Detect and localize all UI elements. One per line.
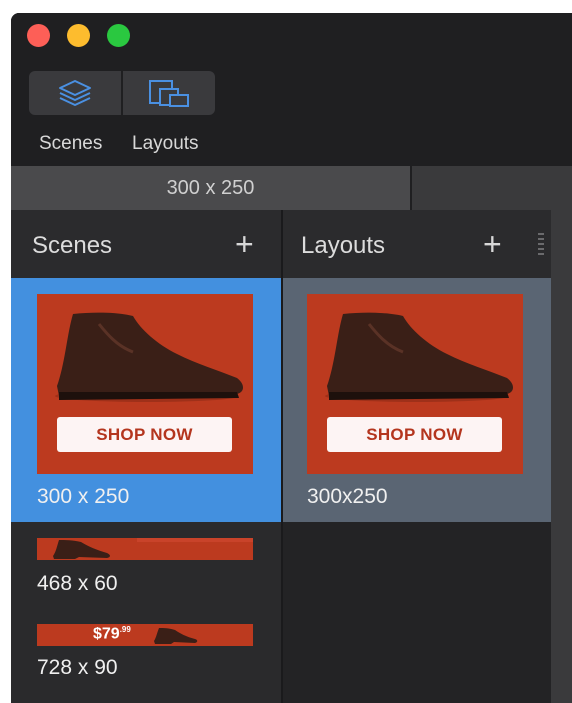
- scene-item-300x250[interactable]: SHOP NOW 300 x 250: [11, 278, 281, 522]
- ad-thumbnail-300x250: SHOP NOW: [37, 294, 253, 474]
- right-panel-edge: [551, 210, 572, 703]
- ad-thumbnail-728x90: $79.99: [37, 624, 253, 646]
- shoe-image: [325, 312, 513, 402]
- layouts-toolbar-label: Layouts: [132, 133, 199, 154]
- shop-now-button: SHOP NOW: [57, 417, 232, 452]
- shoe-image: [53, 538, 253, 559]
- layout-item-300x250[interactable]: SHOP NOW 300x250: [283, 278, 551, 522]
- tab-300x250[interactable]: 300 x 250: [11, 166, 410, 210]
- resize-handle[interactable]: [538, 233, 544, 261]
- scenes-toolbar-label: Scenes: [39, 133, 103, 154]
- scene-item-728x90[interactable]: $79.99 728 x 90: [11, 612, 281, 692]
- scene-label: 468 x 60: [37, 572, 118, 595]
- layouts-panel-title: Layouts: [301, 232, 386, 259]
- ad-thumbnail-468x60: [37, 538, 253, 560]
- add-scene-button[interactable]: +: [235, 228, 254, 260]
- tab-bar: 300 x 250: [11, 166, 572, 210]
- layouts-panel-header: Layouts +: [283, 210, 551, 278]
- shoe-image: [154, 628, 198, 644]
- scenes-list: SHOP NOW 300 x 250 468 x 60 $79.99 728 x…: [11, 278, 281, 703]
- layouts-list: SHOP NOW 300x250: [283, 278, 551, 703]
- layers-icon: [59, 80, 91, 106]
- view-segmented-control: [29, 71, 215, 115]
- scenes-panel-title: Scenes: [32, 232, 113, 259]
- scenes-panel-header: Scenes +: [11, 210, 281, 278]
- layouts-toolbar-button[interactable]: [123, 71, 215, 115]
- shoe-image: [55, 312, 243, 402]
- zoom-window-button[interactable]: [107, 24, 130, 47]
- scene-item-468x60[interactable]: 468 x 60: [11, 526, 281, 606]
- app-window: Scenes Layouts 300 x 250 Scenes + Layout…: [11, 13, 572, 703]
- layout-label: 300x250: [307, 485, 388, 508]
- scene-label: 728 x 90: [37, 656, 118, 679]
- close-window-button[interactable]: [27, 24, 50, 47]
- shop-now-button: SHOP NOW: [327, 417, 502, 452]
- minimize-window-button[interactable]: [67, 24, 90, 47]
- scene-label: 300 x 250: [37, 485, 130, 508]
- tab-separator: [410, 166, 412, 210]
- add-layout-button[interactable]: +: [483, 228, 502, 260]
- ad-thumbnail-layout-300x250: SHOP NOW: [307, 294, 523, 474]
- layouts-icon: [149, 80, 189, 107]
- toolbar: Scenes Layouts: [11, 13, 572, 166]
- scenes-toolbar-button[interactable]: [29, 71, 121, 115]
